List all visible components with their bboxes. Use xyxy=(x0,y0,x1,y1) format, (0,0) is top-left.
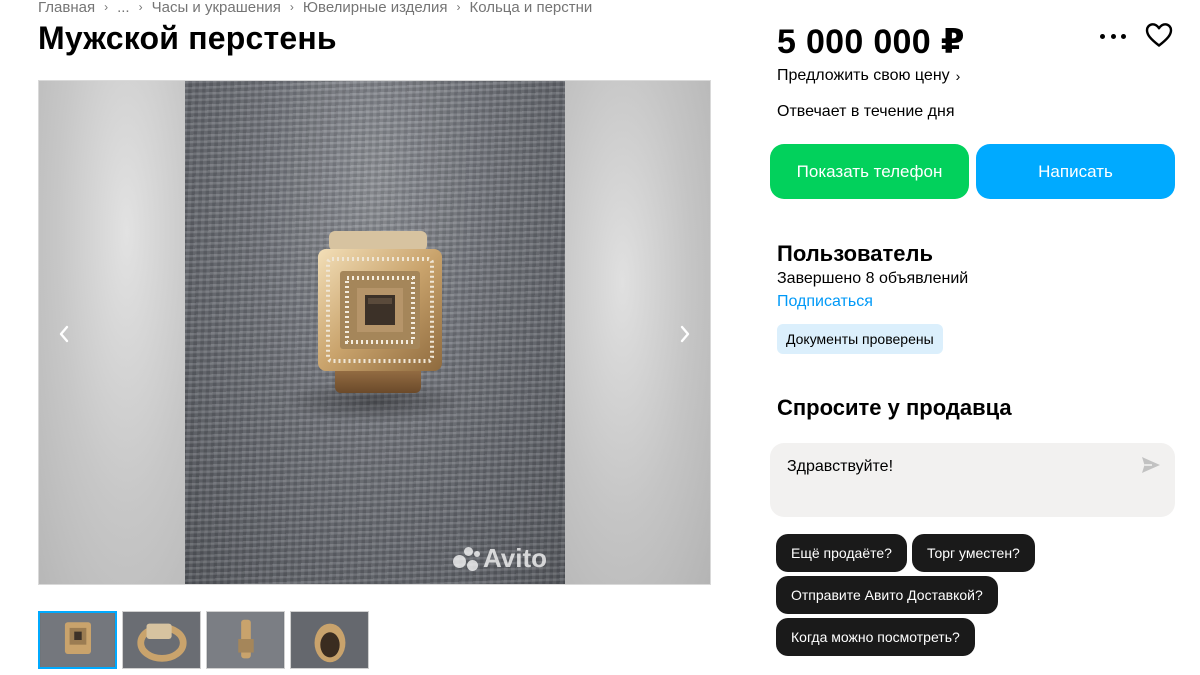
documents-verified-badge: Документы проверены xyxy=(777,324,943,354)
thumbnail[interactable] xyxy=(122,611,201,669)
listing-title: Мужской перстень xyxy=(38,20,337,56)
watermark-text: Avito xyxy=(483,543,548,573)
reply-time: Отвечает в течение дня xyxy=(777,103,955,120)
breadcrumb-separator: › xyxy=(138,0,143,14)
subscribe-link[interactable]: Подписаться xyxy=(777,293,873,311)
quick-reply-still-selling[interactable]: Ещё продаёте? xyxy=(776,534,907,572)
breadcrumb-ellipsis[interactable]: ... xyxy=(117,0,130,16)
more-dots-icon[interactable] xyxy=(1100,30,1126,42)
offer-price-label: Предложить свою цену xyxy=(777,67,950,84)
quick-reply-delivery[interactable]: Отправите Авито Доставкой? xyxy=(776,576,998,614)
breadcrumb-jewelry[interactable]: Ювелирные изделия xyxy=(303,0,448,16)
chevron-left-icon xyxy=(59,325,69,343)
quick-reply-bargain[interactable]: Торг уместен? xyxy=(912,534,1035,572)
thumbnail[interactable] xyxy=(38,611,117,669)
send-icon[interactable] xyxy=(1141,456,1161,474)
breadcrumb-separator: › xyxy=(104,0,109,14)
breadcrumb-separator: › xyxy=(289,0,294,14)
thumbnail-image xyxy=(291,612,368,668)
show-phone-button[interactable]: Показать телефон xyxy=(770,144,969,199)
breadcrumb-separator: › xyxy=(456,0,461,14)
main-photo[interactable] xyxy=(185,81,565,584)
breadcrumb-rings[interactable]: Кольца и перстни xyxy=(469,0,592,16)
avito-logo-icon xyxy=(453,546,481,571)
thumbnail[interactable] xyxy=(290,611,369,669)
photo-gallery[interactable]: Avito xyxy=(38,80,711,585)
gallery-next-button[interactable] xyxy=(668,317,702,351)
chevron-right-icon xyxy=(680,325,690,343)
message-input[interactable]: Здравствуйте! xyxy=(770,443,1175,517)
thumbnail-image xyxy=(40,613,115,667)
price: 5 000 000 ₽ xyxy=(777,23,965,61)
avito-watermark: Avito xyxy=(453,543,547,574)
thumbnail-strip xyxy=(38,611,369,669)
thumbnail[interactable] xyxy=(206,611,285,669)
breadcrumb: Главная › ... › Часы и украшения › Ювели… xyxy=(38,0,592,17)
seller-name[interactable]: Пользователь xyxy=(777,241,933,267)
heart-icon[interactable] xyxy=(1145,22,1173,48)
breadcrumb-watches-jewelry[interactable]: Часы и украшения xyxy=(152,0,281,16)
quick-reply-viewing[interactable]: Когда можно посмотреть? xyxy=(776,618,975,656)
gallery-prev-button[interactable] xyxy=(47,317,81,351)
breadcrumb-home[interactable]: Главная xyxy=(38,0,95,16)
ring-image xyxy=(285,231,465,423)
chevron-right-icon: › xyxy=(955,68,961,84)
write-button[interactable]: Написать xyxy=(976,144,1175,199)
ask-seller-heading: Спросите у продавца xyxy=(777,395,1012,420)
offer-price-link[interactable]: Предложить свою цену › xyxy=(777,67,960,85)
thumbnail-image xyxy=(123,612,200,668)
thumbnail-image xyxy=(207,612,284,668)
seller-completed-count: Завершено 8 объявлений xyxy=(777,270,969,287)
